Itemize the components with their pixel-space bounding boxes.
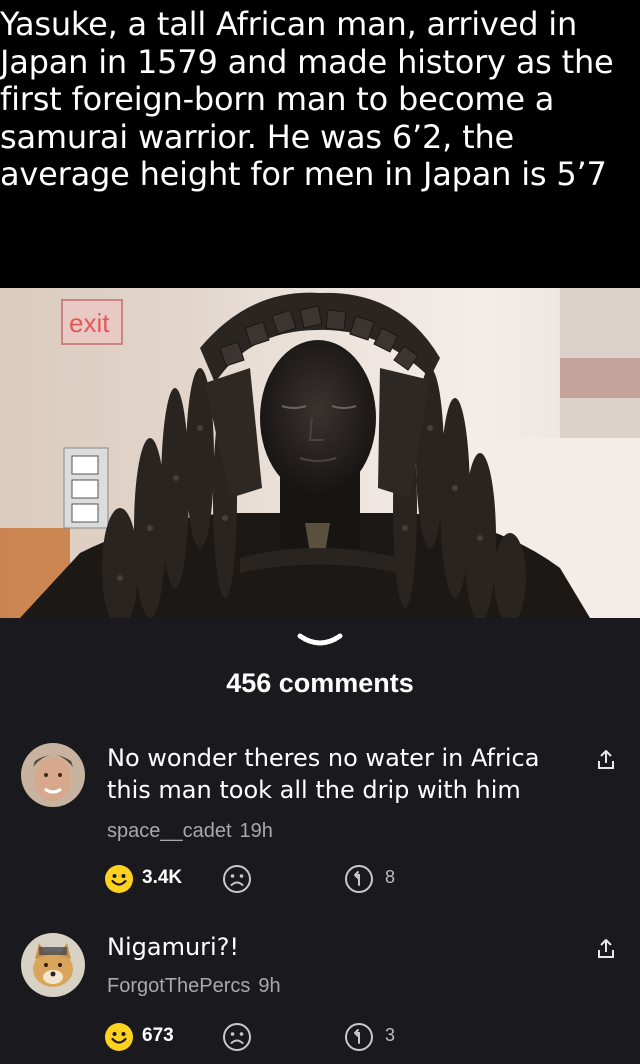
statue-photo: exit [0,288,640,618]
reply-count[interactable]: 3 [385,1025,395,1046]
exit-sign: exit [69,308,110,338]
reply-icon[interactable] [344,1022,374,1052]
avatar[interactable] [21,743,85,807]
comment-meta: space__cadet 19h [107,820,273,843]
timestamp: 9h [258,975,281,997]
comment-text: No wonder theres no water in Africa this… [107,744,540,804]
share-icon[interactable] [594,937,618,961]
smile-upvote-icon[interactable] [104,1022,134,1052]
reply-count[interactable]: 8 [385,867,395,888]
avatar[interactable] [21,933,85,997]
username[interactable]: ForgotThePercs [107,975,250,997]
upvote-count: 673 [142,1025,174,1046]
comment-actions: 3.4K 8 [104,864,424,894]
frown-downvote-icon[interactable] [222,1022,252,1052]
post-image[interactable]: exit [0,288,640,618]
comments-count[interactable]: 456 comments [0,668,640,699]
comments-panel: 456 comments No wonder theres no water i… [0,618,640,1064]
timestamp: 19h [239,820,273,842]
comment-meta: ForgotThePercs 9h [107,975,281,998]
chevron-down-icon[interactable] [296,630,344,652]
upvote-count: 3.4K [142,867,183,888]
reply-icon[interactable] [344,864,374,894]
comment-actions: 673 3 [104,1022,424,1052]
post-caption: Yasuke, a tall African man, arrived in J… [0,5,614,193]
frown-downvote-icon[interactable] [222,864,252,894]
share-icon[interactable] [594,748,618,772]
smile-upvote-icon[interactable] [104,864,134,894]
comment-text: Nigamuri?! [107,933,240,961]
username[interactable]: space__cadet [107,820,232,842]
